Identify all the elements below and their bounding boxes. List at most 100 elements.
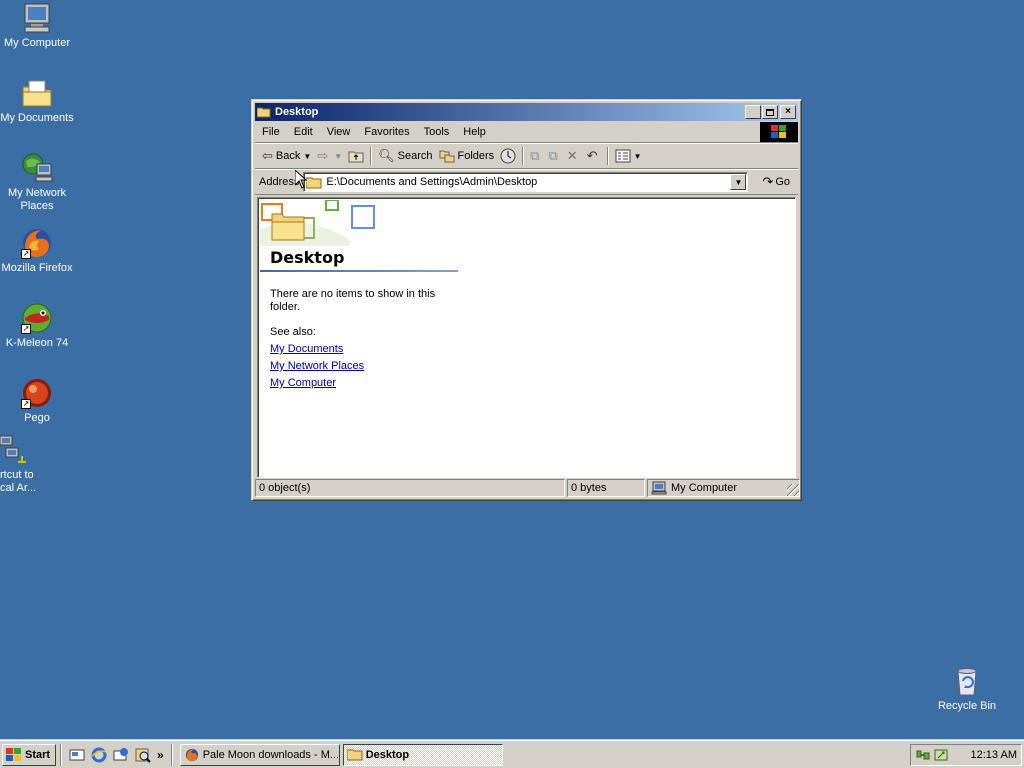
menu-favorites[interactable]: Favorites: [357, 126, 416, 138]
menu-bar: File Edit View Favorites Tools Help: [255, 121, 798, 143]
address-label: Address: [259, 176, 300, 188]
menu-edit[interactable]: Edit: [287, 126, 320, 138]
status-zone: My Computer: [647, 479, 800, 497]
back-label: Back: [275, 150, 301, 162]
folders-button[interactable]: Folders: [436, 145, 498, 167]
status-bar: 0 object(s) 0 bytes My Computer: [255, 479, 800, 497]
close-button[interactable]: ×: [780, 105, 796, 119]
desktop-icon-recycle-bin[interactable]: Recycle Bin: [930, 665, 1004, 713]
delete-icon: ✕: [566, 148, 578, 163]
delete-button[interactable]: ✕: [564, 145, 584, 167]
my-documents-icon: [21, 77, 53, 109]
windows-logo-icon: [760, 122, 798, 142]
taskbar-button-desktop[interactable]: Desktop: [342, 743, 503, 766]
address-input[interactable]: E:\Documents and Settings\Admin\Desktop …: [303, 172, 749, 192]
folder-banner-graphic: [260, 200, 380, 246]
menu-file[interactable]: File: [255, 126, 287, 138]
chevron-down-icon[interactable]: ▼: [303, 152, 311, 161]
chevron-down-icon[interactable]: ▼: [334, 152, 342, 161]
address-bar: Address E:\Documents and Settings\Admin\…: [255, 169, 798, 195]
taskbar-button-pale-moon[interactable]: Pale Moon downloads - M...: [179, 743, 340, 766]
desktop-icon-network-shortcut[interactable]: rtcut to cal Ar...: [0, 434, 40, 495]
desktop-icon-firefox[interactable]: ↗ Mozilla Firefox: [0, 227, 74, 275]
windows-flag-icon: [6, 747, 21, 761]
history-button[interactable]: [497, 145, 519, 167]
internet-explorer-icon[interactable]: [91, 747, 107, 763]
go-button[interactable]: ↷ Go: [758, 174, 794, 190]
clock[interactable]: 12:13 AM: [971, 749, 1017, 761]
firefox-icon: ↗: [21, 227, 53, 259]
network-tray-icon[interactable]: [915, 747, 931, 763]
folder-icon: [257, 107, 271, 118]
menu-help[interactable]: Help: [456, 126, 493, 138]
folder-content-pane[interactable]: Desktop There are no items to show in th…: [257, 197, 796, 478]
desktop-icon-label: My Documents: [0, 112, 74, 124]
folder-icon: [346, 749, 363, 760]
explorer-window[interactable]: Desktop _ × File Edit View Favorites Too…: [251, 99, 802, 501]
task-label: Pale Moon downloads - M...: [202, 748, 340, 761]
forward-button[interactable]: ⇨ ▼: [314, 145, 345, 167]
desktop-icon-k-meleon[interactable]: ↗ K-Meleon 74: [0, 302, 74, 350]
my-computer-icon: [651, 481, 667, 495]
link-my-network-places[interactable]: My Network Places: [270, 360, 364, 372]
taskbar-separator: [60, 743, 62, 766]
k-meleon-icon: ↗: [21, 302, 53, 334]
desktop-icon-label: K-Meleon 74: [5, 337, 69, 349]
pale-moon-icon: [185, 748, 198, 761]
taskbar-separator: [170, 743, 173, 766]
status-size: 0 bytes: [567, 479, 645, 497]
shortcut-arrow-icon: ↗: [21, 399, 31, 409]
see-also-label: See also:: [270, 326, 316, 338]
show-desktop-icon[interactable]: [69, 747, 85, 763]
resize-grip[interactable]: [787, 484, 799, 496]
pego-icon: ↗: [21, 377, 53, 409]
safely-remove-hardware-icon[interactable]: [933, 747, 949, 763]
search-label: Search: [397, 150, 433, 162]
views-button[interactable]: ▼: [612, 145, 645, 167]
back-button[interactable]: ⇦ Back ▼: [259, 145, 314, 167]
search-icon[interactable]: [135, 747, 151, 763]
chevron-down-icon: ▼: [633, 151, 642, 161]
copy-to-button[interactable]: ⧉: [545, 145, 563, 167]
up-folder-icon: [348, 151, 364, 163]
network-places-icon: [21, 152, 53, 184]
mouse-cursor-icon: [295, 170, 307, 189]
desktop-icon-pego[interactable]: ↗ Pego: [0, 377, 74, 425]
search-icon: 🔍︎: [378, 148, 395, 163]
window-titlebar[interactable]: Desktop _ ×: [255, 103, 798, 121]
desktop-icon-label: My Computer: [3, 37, 71, 49]
folders-label: Folders: [457, 150, 495, 162]
maximize-icon: [766, 108, 774, 116]
toolbar-separator: [370, 147, 373, 165]
minimize-button[interactable]: _: [745, 105, 761, 120]
address-dropdown-button[interactable]: ▼: [730, 174, 747, 190]
link-my-documents[interactable]: My Documents: [270, 343, 343, 355]
history-icon: [500, 148, 516, 164]
desktop-icon-my-computer[interactable]: My Computer: [0, 2, 74, 50]
desktop-icon-network-places[interactable]: My Network Places: [0, 152, 74, 213]
move-to-button[interactable]: ⧉: [527, 145, 545, 167]
menu-tools[interactable]: Tools: [417, 126, 457, 138]
back-arrow-icon: ⇦: [262, 148, 273, 163]
undo-button[interactable]: ↶: [584, 145, 604, 167]
up-folder-button[interactable]: [345, 145, 367, 167]
desktop-icon-label: Mozilla Firefox: [1, 262, 73, 274]
minimize-icon: _: [750, 109, 756, 120]
link-my-computer[interactable]: My Computer: [270, 377, 336, 389]
folders-icon: [439, 150, 454, 163]
maximize-button[interactable]: [762, 105, 778, 119]
desktop-icon-my-documents[interactable]: My Documents: [0, 77, 74, 125]
start-button[interactable]: Start: [2, 743, 56, 766]
desktop-icon-label: rtcut to cal Ar...: [0, 469, 37, 494]
standard-toolbar: ⇦ Back ▼ ⇨ ▼ 🔍︎ Search Folders ⧉ ⧉ ✕ ↶ ▼: [255, 143, 798, 169]
outlook-express-icon[interactable]: [113, 747, 129, 763]
search-button[interactable]: 🔍︎ Search: [375, 145, 435, 167]
address-value: E:\Documents and Settings\Admin\Desktop: [326, 176, 538, 188]
go-arrow-icon: ↷: [762, 174, 774, 189]
shortcut-arrow-icon: ↗: [21, 324, 31, 334]
empty-folder-message: There are no items to show in this folde…: [270, 288, 436, 313]
quick-launch-overflow-icon[interactable]: »: [157, 748, 164, 762]
heading-divider: [260, 270, 458, 272]
menu-view[interactable]: View: [320, 126, 358, 138]
chevron-down-icon: ▼: [734, 177, 743, 187]
